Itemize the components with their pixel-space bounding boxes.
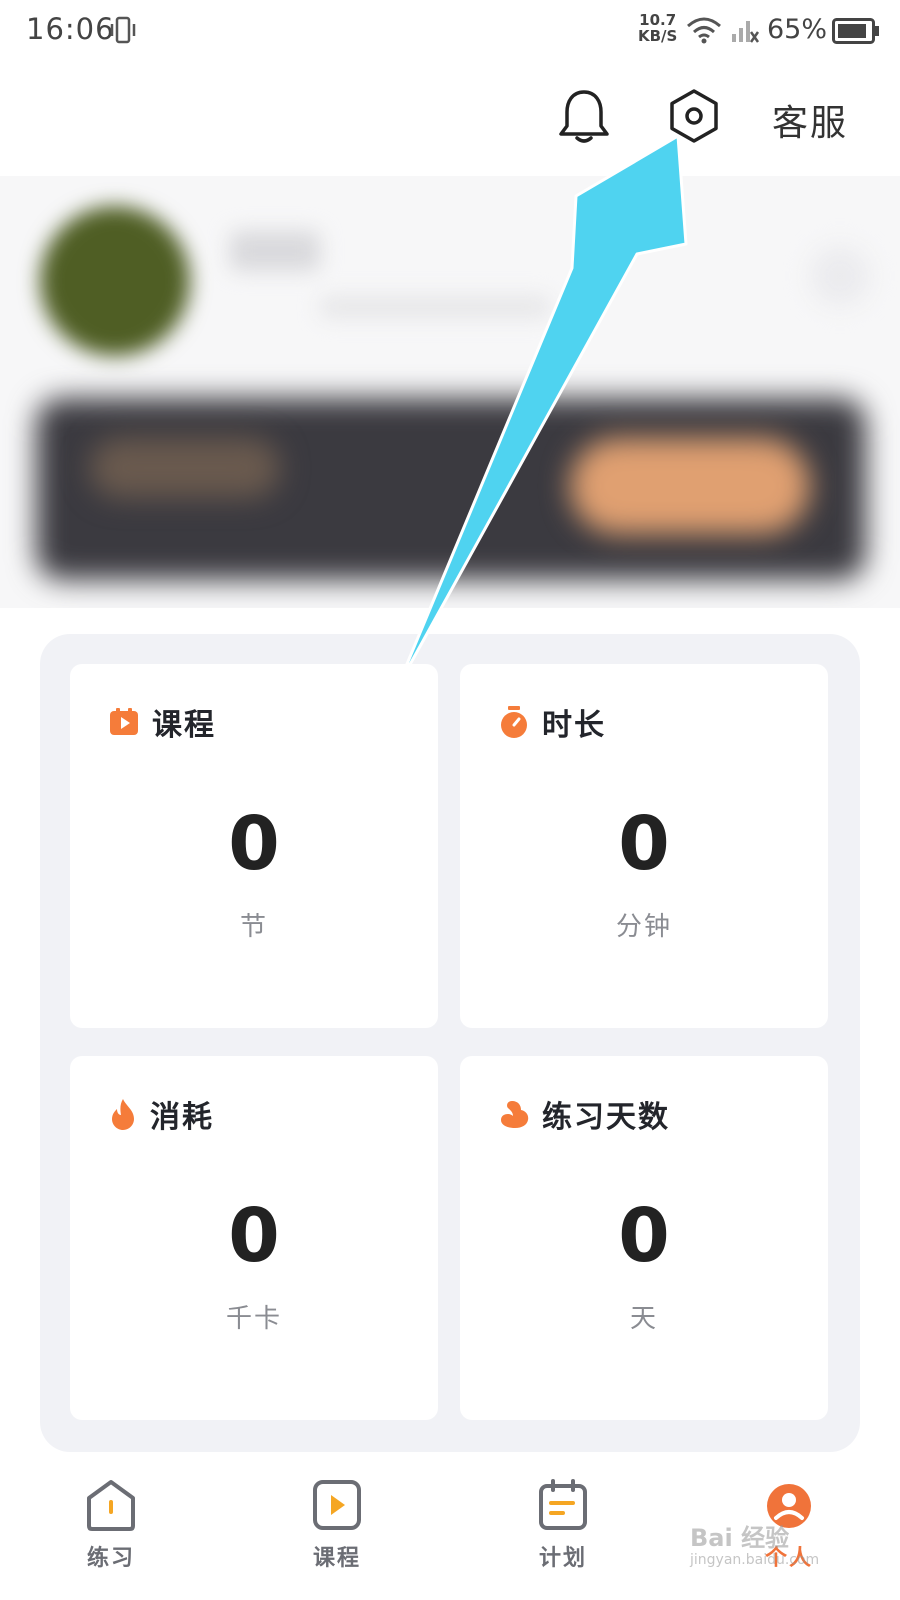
nav-item-courses[interactable]: 课程 xyxy=(272,1478,402,1588)
network-speed-unit: KB/S xyxy=(638,27,678,45)
card-value: 0 xyxy=(618,801,670,887)
avatar[interactable] xyxy=(40,206,190,356)
card-unit: 天 xyxy=(629,1304,658,1334)
flame-icon xyxy=(112,1099,134,1130)
stat-card-calories[interactable]: 消耗 0 千卡 xyxy=(70,1056,438,1420)
calendar-icon xyxy=(539,1479,587,1530)
muscle-icon xyxy=(501,1101,529,1128)
card-title: 时长 xyxy=(542,708,606,743)
status-bar: 16:06 10.7 KB/S 65% xyxy=(0,0,900,62)
stat-card-courses[interactable]: 课程 0 节 xyxy=(70,664,438,1028)
profile-meta-blurred xyxy=(320,296,550,318)
course-icon xyxy=(110,708,138,735)
card-value: 0 xyxy=(228,1193,280,1279)
card-unit: 千卡 xyxy=(225,1304,282,1334)
play-icon xyxy=(313,1480,361,1530)
card-title: 课程 xyxy=(152,708,216,743)
stat-card-practice-days[interactable]: 练习天数 0 天 xyxy=(460,1056,828,1420)
battery-percent: 65% xyxy=(767,14,828,45)
customer-service-link[interactable]: 客服 xyxy=(772,94,848,146)
nav-label: 计划 xyxy=(538,1546,587,1571)
card-title: 消耗 xyxy=(150,1100,214,1135)
vip-banner-text-blurred xyxy=(90,438,280,498)
nav-item-practice[interactable]: 练习 xyxy=(46,1478,176,1588)
card-header: 时长 xyxy=(498,702,606,743)
watermark: Bai 经验 xyxy=(690,1524,790,1552)
home-icon xyxy=(87,1480,135,1531)
settings-icon[interactable] xyxy=(668,88,720,144)
card-value: 0 xyxy=(618,1193,670,1279)
card-unit: 节 xyxy=(239,912,268,942)
battery-icon xyxy=(832,18,879,44)
card-title: 练习天数 xyxy=(542,1100,670,1135)
watermark-url: jingyan.baidu.com xyxy=(690,1552,820,1568)
card-unit: 分钟 xyxy=(615,912,672,942)
username-blurred xyxy=(230,231,320,271)
card-header: 课程 xyxy=(108,702,216,743)
wifi-icon xyxy=(687,17,721,44)
network-speed-value: 10.7 xyxy=(639,11,677,29)
status-time: 16:06 xyxy=(26,12,115,46)
profile-area[interactable] xyxy=(0,176,900,608)
stopwatch-icon xyxy=(501,706,527,738)
card-header: 消耗 xyxy=(108,1094,214,1135)
network-speed: 10.7 KB/S xyxy=(638,12,677,44)
card-header: 练习天数 xyxy=(498,1094,670,1135)
vibrate-icon xyxy=(110,16,136,44)
nav-label: 课程 xyxy=(312,1546,361,1571)
signal-icon xyxy=(732,21,760,43)
stat-card-duration[interactable]: 时长 0 分钟 xyxy=(460,664,828,1028)
bell-icon[interactable] xyxy=(558,88,610,146)
profile-arrow-blurred[interactable] xyxy=(810,246,870,306)
stats-panel: 课程 0 节 时长 0 分钟 消耗 0 千卡 练习天数 0 天 xyxy=(40,634,860,1452)
nav-label: 练习 xyxy=(86,1546,135,1571)
vip-button[interactable] xyxy=(570,438,810,534)
nav-item-plan[interactable]: 计划 xyxy=(498,1478,628,1588)
card-value: 0 xyxy=(228,801,280,887)
